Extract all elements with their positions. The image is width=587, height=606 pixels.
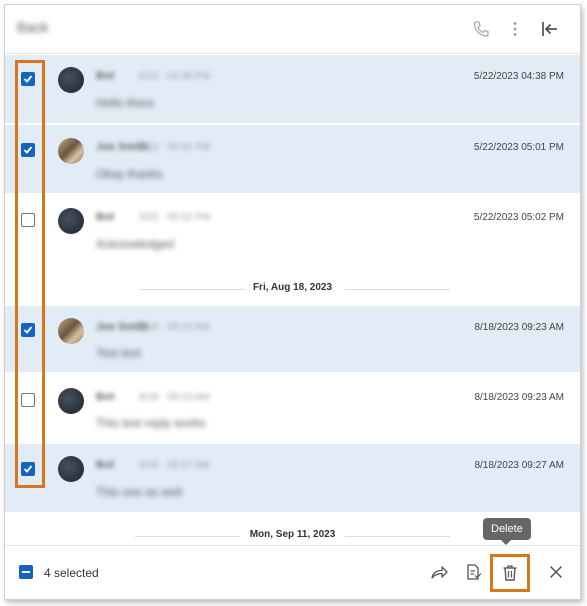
message-timestamp: 5/22/2023 04:38 PM <box>473 71 564 82</box>
message-meta: 8/18 · 09:27 AM <box>139 460 210 471</box>
message-text: This test reply works <box>96 416 206 430</box>
message-row[interactable]: Joe Smith 8/18 · 09:23 AM Test text 8/18… <box>5 306 580 372</box>
message-timestamp: 5/22/2023 05:01 PM <box>473 142 564 153</box>
message-timestamp: 8/18/2023 09:23 AM <box>474 392 564 403</box>
message-timestamp: 5/22/2023 05:02 PM <box>473 212 564 223</box>
delete-tooltip: Delete <box>483 518 531 545</box>
selected-count: 4 selected <box>44 566 99 580</box>
forward-icon[interactable] <box>429 562 449 582</box>
checkbox-column-highlight <box>15 60 45 488</box>
message-meta: 5/22 · 05:02 PM <box>139 212 211 223</box>
message-meta: 5/22 · 05:01 PM <box>139 142 211 153</box>
message-text: Test text <box>96 346 141 360</box>
date-divider-label: Fri, Aug 18, 2023 <box>252 282 333 293</box>
delete-button[interactable] <box>490 554 530 592</box>
message-row[interactable]: Bot 8/18 · 09:23 AM This test reply work… <box>5 374 580 444</box>
message-meta: 8/18 · 09:23 AM <box>139 322 210 333</box>
collapse-left-icon[interactable] <box>540 19 560 39</box>
message-text: Okay thanks <box>96 167 163 181</box>
message-row[interactable]: Joe Smith 5/22 · 05:01 PM Okay thanks 5/… <box>5 125 580 193</box>
message-row[interactable]: Bot 8/18 · 09:27 AM This one as well 8/1… <box>5 444 580 512</box>
selection-action-bar: 4 selected <box>5 545 580 599</box>
avatar <box>58 138 84 164</box>
chat-panel: Back Bot 5/22 · 04:38 PM Hello there 5/2… <box>4 4 581 600</box>
message-row[interactable]: Bot 5/22 · 05:02 PM Acknowledged 5/22/20… <box>5 194 580 266</box>
select-all-checkbox[interactable] <box>19 565 33 579</box>
message-timestamp: 8/18/2023 09:23 AM <box>474 322 564 333</box>
message-meta: 8/18 · 09:23 AM <box>139 392 210 403</box>
phone-icon[interactable] <box>471 19 491 39</box>
message-text: Acknowledged <box>96 237 175 251</box>
message-meta: 5/22 · 04:38 PM <box>139 71 211 82</box>
avatar <box>58 456 84 482</box>
message-text: This one as well <box>96 485 183 499</box>
export-icon[interactable] <box>463 562 483 582</box>
sender-name: Bot <box>96 70 115 82</box>
panel-header: Back <box>5 5 580 54</box>
avatar <box>58 208 84 234</box>
trash-icon <box>500 563 520 588</box>
sender-name: Bot <box>96 459 115 471</box>
avatar <box>58 318 84 344</box>
sender-name: Bot <box>96 391 115 403</box>
message-row[interactable]: Bot 5/22 · 04:38 PM Hello there 5/22/202… <box>5 55 580 123</box>
avatar <box>58 388 84 414</box>
conversation-title: Back <box>17 19 49 35</box>
date-divider: Fri, Aug 18, 2023 <box>5 279 580 299</box>
message-list[interactable]: Bot 5/22 · 04:38 PM Hello there 5/22/202… <box>5 54 580 544</box>
more-vertical-icon[interactable] <box>505 19 525 39</box>
message-timestamp: 8/18/2023 09:27 AM <box>474 460 564 471</box>
avatar <box>58 67 84 93</box>
message-text: Hello there <box>96 96 155 110</box>
sender-name: Bot <box>96 211 115 223</box>
close-icon[interactable] <box>546 562 566 582</box>
